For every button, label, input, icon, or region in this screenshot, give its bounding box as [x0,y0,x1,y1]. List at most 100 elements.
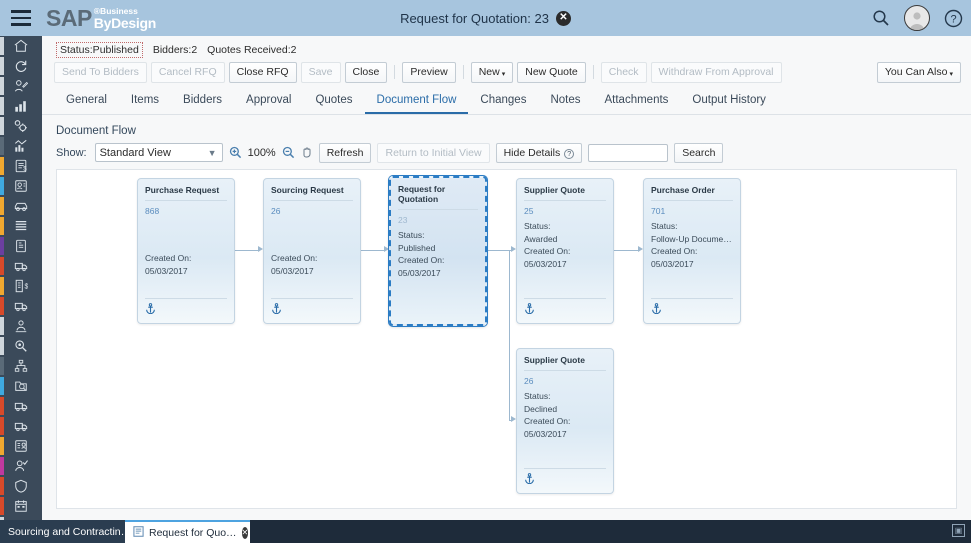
sidebar-item-list[interactable] [0,216,42,236]
anchor-icon[interactable] [651,302,733,317]
flow-node-request-for-quotation[interactable]: Request for Quotation 23 Status: Published C… [389,175,487,326]
sidebar-item-analytics[interactable] [0,136,42,156]
anchor-icon[interactable] [524,472,606,487]
zoom-in-icon[interactable] [229,146,242,159]
sidebar-item-folder-search[interactable] [0,376,42,396]
flow-node-id[interactable]: 26 [271,206,353,216]
tab-items[interactable]: Items [119,89,171,114]
search-input[interactable] [588,143,669,162]
flow-node-sourcing-request[interactable]: Sourcing Request 26 Created On: 05/03/2017 [263,177,361,324]
tab-changes[interactable]: Changes [468,89,538,114]
flow-node-purchase-request[interactable]: Purchase Request 868 Created On: 05/03/2017 [137,177,235,324]
flow-node-created-label: Created On: [145,252,192,263]
restore-window-icon[interactable]: ▣ [952,524,965,537]
sidebar-item-person-group[interactable] [0,316,42,336]
flow-node-id[interactable]: 701 [651,206,733,216]
anchor-icon[interactable] [524,302,606,317]
sidebar-item-settings-gear[interactable] [0,116,42,136]
hamburger-menu-icon[interactable] [0,0,42,36]
sidebar-item-home[interactable] [0,36,42,56]
sidebar-item-refresh[interactable] [0,56,42,76]
sidebar-item-bar-chart[interactable] [0,96,42,116]
sidebar-item-delivery-truck[interactable] [0,296,42,316]
tab-approval[interactable]: Approval [234,89,303,114]
toolbar-button-label: Close RFQ [236,66,289,78]
document-flow-canvas[interactable]: Purchase Request 868 Created On: 05/03/2017… [56,168,957,509]
toolbar-button-preview[interactable]: Preview [402,62,456,83]
flow-node-status-label: Status: [524,390,551,401]
view-select[interactable]: Standard View ▼ [94,143,223,163]
anchor-icon[interactable] [271,302,353,317]
sidebar-item-invoice[interactable]: $ [0,156,42,176]
sidebar-item-shipping-truck[interactable] [0,396,42,416]
sidebar-item-money-doc[interactable]: $ [0,276,42,296]
tab-notes[interactable]: Notes [538,89,592,114]
flow-node-body: Created On: 05/03/2017 [145,220,227,293]
zoom-out-icon[interactable] [282,146,295,159]
sidebar-item-id-card[interactable] [0,176,42,196]
sidebar-item-user-check[interactable] [0,456,42,476]
toolbar-button-close[interactable]: Close [344,62,388,83]
sidebar-accent-bar [0,497,4,515]
car-icon [13,198,29,214]
sidebar-accent-bar [0,197,4,215]
sidebar-accent-bar [0,217,4,235]
chevron-down-icon: ▼ [207,148,217,159]
zoom-level: 100% [247,146,276,159]
hide-details-button[interactable]: Hide Details? [495,142,583,163]
sidebar-accent-bar [0,137,4,155]
sidebar-item-contact-card[interactable] [0,436,42,456]
sidebar-accent-bar [0,77,4,95]
list-icon [13,218,29,234]
sidebar-item-calendar[interactable] [0,496,42,516]
toolbar-button-new[interactable]: New ▾ [470,62,514,83]
tab-output-history[interactable]: Output History [680,89,778,114]
flow-node-title: Request for Quotation [398,183,446,204]
search-icon[interactable] [872,9,890,27]
sidebar-item-signature[interactable] [0,76,42,96]
sidebar-item-org-chart[interactable] [0,356,42,376]
tab-attachments[interactable]: Attachments [593,89,681,114]
help-icon[interactable]: ? [944,9,963,28]
flow-node-body: Status: Follow-Up Document C… Created On: 0… [651,220,733,293]
refresh-button[interactable]: Refresh [318,142,372,163]
sap-wordmark: SAP [46,4,92,31]
taskbar-item-sourcing-and-contracting[interactable]: Sourcing and Contractin… [0,520,131,543]
taskbar-item-request-for-quotation[interactable]: Request for Quo… ✕ [125,520,250,543]
you-can-also-button[interactable]: You Can Also ▾ [876,62,961,83]
sidebar-accent-bar [0,377,4,395]
toolbar-button-close-rfq[interactable]: Close RFQ [228,62,297,83]
tab-general[interactable]: General [54,89,119,114]
search-button[interactable]: Search [674,142,724,163]
flow-node-id[interactable]: 23 [398,215,478,225]
sap-logo[interactable]: SAP ®Business ByDesign [46,4,156,31]
flow-node-supplier-quote-awarded[interactable]: Supplier Quote 25 Status: Awarded Created On… [516,177,614,324]
sidebar-item-truck[interactable] [0,256,42,276]
avatar[interactable] [904,5,930,31]
close-icon[interactable]: ✕ [241,526,249,539]
sidebar-item-search-doc[interactable] [0,336,42,356]
document-flow-heading: Document Flow [56,124,136,137]
close-page-icon[interactable]: ✕ [555,10,571,26]
flow-node-status-label: Status: [651,220,678,231]
toolbar-button-new-quote[interactable]: New Quote [517,62,586,83]
flow-node-id[interactable]: 26 [524,376,606,386]
sidebar-item-shield[interactable] [0,476,42,496]
sidebar-item-freight-truck[interactable] [0,416,42,436]
flow-node-purchase-order[interactable]: Purchase Order 701 Status: Follow-Up Docume… [643,177,741,324]
sidebar-item-document[interactable] [0,236,42,256]
tab-document-flow[interactable]: Document Flow [364,89,469,114]
show-label: Show: [56,146,87,159]
sidebar-accent-bar [0,237,4,255]
flow-node-supplier-quote-declined[interactable]: Supplier Quote 26 Status: Declined Created O… [516,347,614,494]
tab-quotes[interactable]: Quotes [303,89,364,114]
anchor-icon[interactable] [145,302,227,317]
toolbar-button-label: Save [308,66,333,78]
flow-node-id[interactable]: 25 [524,206,606,216]
sidebar-item-car[interactable] [0,196,42,216]
flow-node-id[interactable]: 868 [145,206,227,216]
tab-bidders[interactable]: Bidders [171,89,234,114]
divider [398,208,478,210]
flow-node-body: Status: Declined Created On: 05/03/2017 [524,390,606,463]
pan-hand-icon[interactable] [301,146,313,159]
